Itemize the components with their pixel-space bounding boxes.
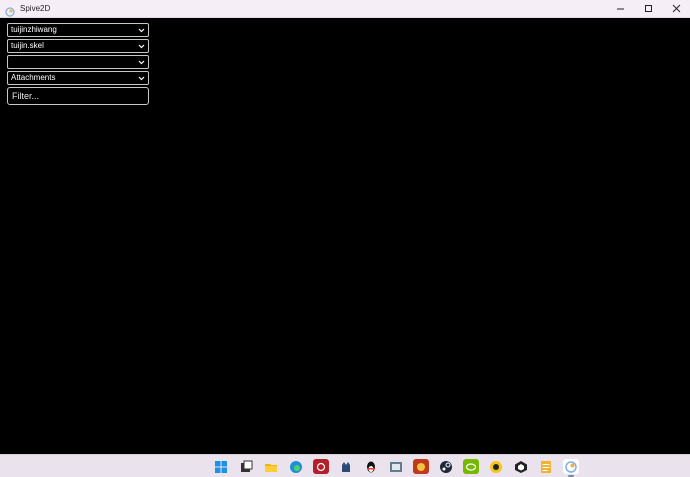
spive2d-icon[interactable] [563,459,579,477]
filter-placeholder: Filter... [12,91,40,101]
chevron-down-icon [138,24,145,36]
minimize-button[interactable] [606,0,634,17]
character-select[interactable]: tuijinzhiwang [7,23,149,37]
red-chat-app-icon[interactable] [313,459,329,474]
close-button[interactable] [662,0,690,17]
windows-start-icon[interactable] [213,459,229,474]
empty-select[interactable] [7,55,149,69]
character-select-value: tuijinzhiwang [11,25,57,34]
file-explorer-icon[interactable] [263,459,279,474]
task-view-icon[interactable] [238,459,254,474]
chevron-down-icon [138,56,145,68]
mode-select-value: Attachments [11,73,56,82]
taskbar-icons [213,459,579,477]
mode-select[interactable]: Attachments [7,71,149,85]
title-bar: Spive2D [0,0,690,18]
window-title: Spive2D [20,4,51,13]
spive2d-app-icon [5,4,15,17]
window-controls [606,0,690,17]
close-icon [672,4,680,13]
steam-icon[interactable] [438,459,454,474]
cat-app-icon[interactable] [338,459,354,474]
filter-input[interactable]: Filter... [7,87,149,105]
nvidia-icon[interactable] [463,459,479,474]
notes-app-icon[interactable] [538,459,554,474]
game-app-icon[interactable] [413,459,429,474]
terminal-app-icon[interactable] [388,459,404,474]
chevron-down-icon [138,72,145,84]
skeleton-select[interactable]: tuijin.skel [7,39,149,53]
qq-penguin-icon[interactable] [363,459,379,474]
minimize-icon [616,8,624,10]
taskbar [0,454,690,477]
yellow-p-app-icon[interactable] [488,459,504,474]
edge-icon[interactable] [288,459,304,474]
skeleton-select-value: tuijin.skel [11,41,44,50]
control-panel: tuijinzhiwang tuijin.skel Attachments Fi… [7,23,149,105]
maximize-button[interactable] [634,0,662,17]
unity-icon[interactable] [513,459,529,474]
chevron-down-icon [138,40,145,52]
maximize-icon [644,5,652,12]
